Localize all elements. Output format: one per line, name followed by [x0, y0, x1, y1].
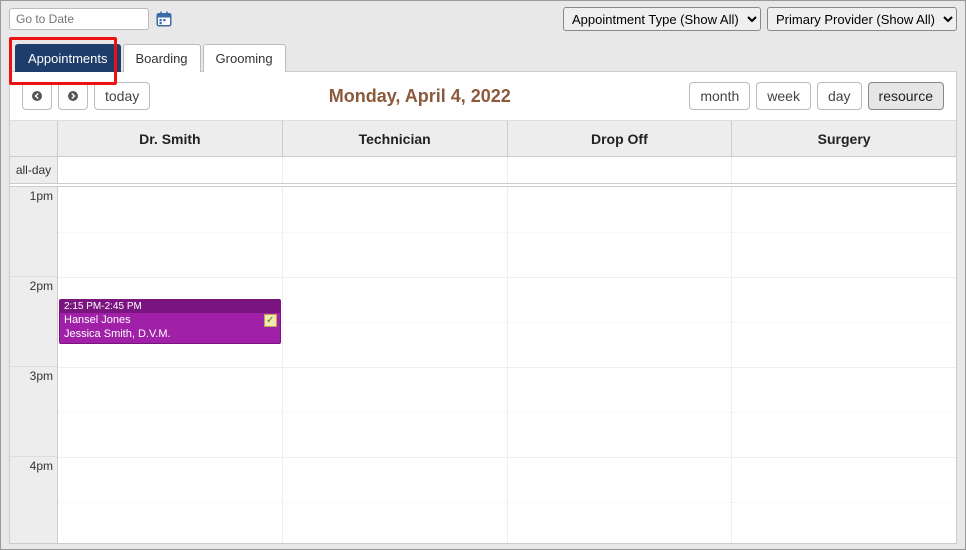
resource-col-0[interactable]: 2:15 PM-2:45 PM Hansel Jones Jessica Smi…	[58, 187, 283, 543]
allday-row: all-day	[10, 157, 956, 187]
filter-group: Appointment Type (Show All) Primary Prov…	[563, 7, 957, 31]
event-patient-name: Hansel Jones	[60, 313, 280, 327]
allday-cell-0[interactable]	[58, 157, 283, 183]
resource-col-1[interactable]	[283, 187, 508, 543]
allday-cell-2[interactable]	[508, 157, 733, 183]
tab-grooming[interactable]: Grooming	[203, 44, 286, 72]
allday-cell-1[interactable]	[283, 157, 508, 183]
resource-header-1[interactable]: Technician	[283, 121, 508, 156]
goto-date-input[interactable]	[9, 8, 149, 30]
time-label-3pm: 3pm	[30, 369, 53, 383]
time-label-4pm: 4pm	[30, 459, 53, 473]
view-day-button[interactable]: day	[817, 82, 862, 110]
allday-label: all-day	[10, 157, 58, 183]
calendar: today Monday, April 4, 2022 month week d…	[9, 72, 957, 544]
resource-col-3[interactable]	[732, 187, 956, 543]
grid-body-inner: 1pm 2pm 3pm 4pm	[10, 187, 956, 543]
resource-columns: 2:15 PM-2:45 PM Hansel Jones Jessica Smi…	[58, 187, 956, 543]
today-button[interactable]: today	[94, 82, 150, 110]
next-button[interactable]	[58, 82, 88, 110]
time-slot-3pm: 3pm	[10, 367, 57, 457]
view-week-button[interactable]: week	[756, 82, 811, 110]
calendar-view-buttons: month week day resource	[689, 82, 944, 110]
time-label-2pm: 2pm	[30, 279, 53, 293]
calendar-nav-buttons: today	[22, 82, 150, 110]
allday-cell-3[interactable]	[732, 157, 956, 183]
resource-header-0[interactable]: Dr. Smith	[58, 121, 283, 156]
time-axis-header	[10, 121, 58, 156]
appointment-type-select[interactable]: Appointment Type (Show All)	[563, 7, 761, 31]
calendar-toolbar: today Monday, April 4, 2022 month week d…	[10, 72, 956, 120]
topbar: Appointment Type (Show All) Primary Prov…	[9, 7, 957, 31]
tab-appointments[interactable]: Appointments	[15, 44, 121, 72]
time-axis: 1pm 2pm 3pm 4pm	[10, 187, 58, 543]
grid-body[interactable]: 1pm 2pm 3pm 4pm	[10, 187, 956, 543]
resource-header-3[interactable]: Surgery	[732, 121, 956, 156]
chevron-right-icon	[68, 91, 78, 101]
time-slot-4pm: 4pm	[10, 457, 57, 543]
resource-col-2[interactable]	[508, 187, 733, 543]
time-slot-1pm: 1pm	[10, 187, 57, 277]
time-slot-2pm: 2pm	[10, 277, 57, 367]
calendar-title: Monday, April 4, 2022	[329, 86, 511, 107]
tab-boarding[interactable]: Boarding	[123, 44, 201, 72]
appointment-event[interactable]: 2:15 PM-2:45 PM Hansel Jones Jessica Smi…	[59, 299, 281, 344]
chevron-left-icon	[32, 91, 42, 101]
time-label-1pm: 1pm	[30, 189, 53, 203]
app-root: Appointment Type (Show All) Primary Prov…	[0, 0, 966, 550]
resource-header-2[interactable]: Drop Off	[508, 121, 733, 156]
calendar-icon[interactable]	[153, 8, 175, 30]
grid-header: Dr. Smith Technician Drop Off Surgery	[10, 121, 956, 157]
view-month-button[interactable]: month	[689, 82, 750, 110]
event-provider-name: Jessica Smith, D.V.M.	[60, 327, 280, 341]
calendar-grid: Dr. Smith Technician Drop Off Surgery al…	[10, 120, 956, 543]
event-checked-icon: ✓	[264, 314, 277, 327]
main-tabs: Appointments Boarding Grooming	[9, 43, 957, 72]
primary-provider-select[interactable]: Primary Provider (Show All)	[767, 7, 957, 31]
prev-button[interactable]	[22, 82, 52, 110]
goto-date-group	[9, 8, 175, 30]
view-resource-button[interactable]: resource	[868, 82, 944, 110]
event-time-label: 2:15 PM-2:45 PM	[60, 300, 280, 313]
